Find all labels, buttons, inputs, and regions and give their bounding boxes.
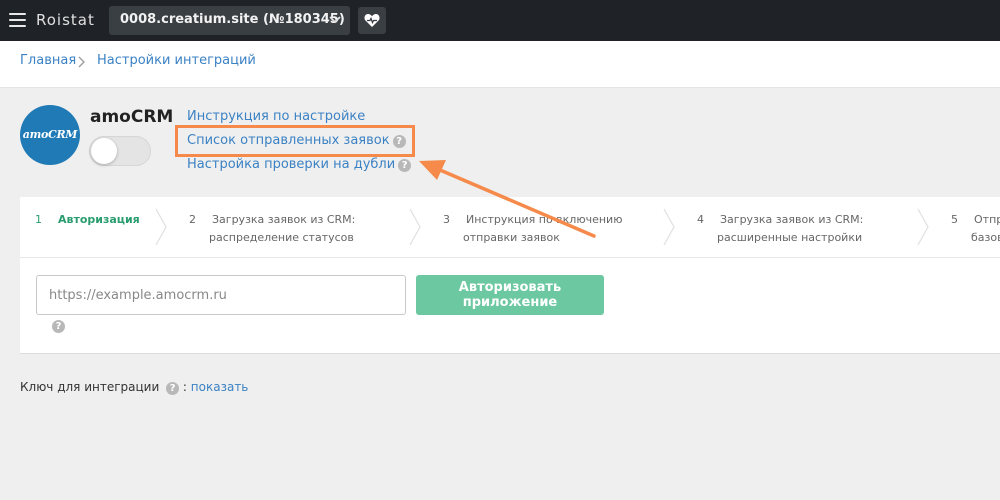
annotation-arrow	[419, 160, 596, 238]
